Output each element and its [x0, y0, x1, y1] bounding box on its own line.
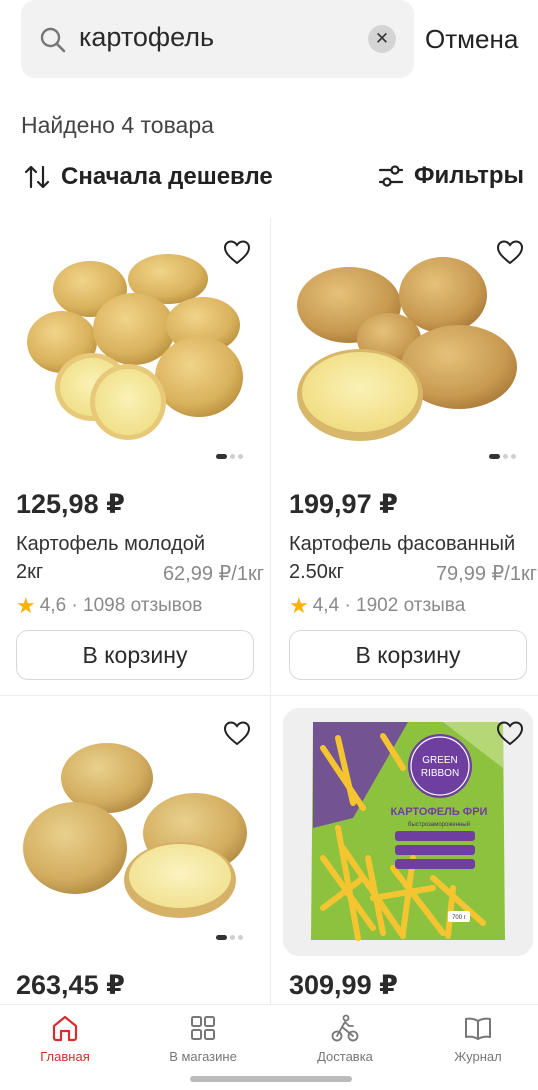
search-icon: [40, 27, 66, 53]
search-header: картофель ✕ Отмена: [0, 0, 538, 100]
star-icon: ★: [16, 593, 36, 618]
nav-item-in-store[interactable]: В магазине: [138, 1013, 268, 1064]
home-icon: [52, 1015, 78, 1042]
filters-label: Фильтры: [414, 162, 525, 189]
sort-filter-bar: Сначала дешевле Фильтры: [0, 160, 538, 202]
favorite-heart-icon[interactable]: [495, 718, 525, 748]
product-weight: 2кг: [16, 561, 44, 583]
brand-line1: GREEN: [422, 755, 458, 766]
reviews-count: · 1902 отзыва: [344, 595, 466, 616]
grid-icon: [191, 1016, 215, 1040]
product-unit-price: 79,99 ₽/1кг: [435, 563, 537, 585]
package-subtitle: быстрозамороженный: [408, 821, 470, 828]
search-input[interactable]: картофель ✕: [21, 0, 414, 78]
product-image[interactable]: [283, 227, 533, 475]
filter-sliders-icon: [378, 165, 404, 187]
product-rating: ★ 4,6 · 1098 отзывов: [16, 593, 202, 619]
brand-line2: RIBBON: [421, 768, 459, 779]
book-icon: [465, 1017, 491, 1040]
nav-item-delivery[interactable]: Доставка: [280, 1013, 410, 1064]
product-name[interactable]: Картофель молодой: [16, 533, 205, 556]
product-price: 309,99 ₽: [289, 970, 398, 1000]
favorite-heart-icon[interactable]: [495, 237, 525, 267]
sort-button[interactable]: Сначала дешевле: [22, 162, 273, 192]
nav-item-home[interactable]: Главная: [0, 1013, 130, 1064]
product-weight: 2.50кг: [289, 561, 344, 583]
add-to-cart-button[interactable]: В корзину: [289, 630, 527, 680]
package-weight: 700 г: [452, 915, 467, 921]
product-price: 199,97 ₽: [289, 489, 398, 519]
product-rating: ★ 4,4 · 1902 отзыва: [289, 593, 465, 619]
search-query-text[interactable]: картофель: [79, 22, 214, 53]
add-to-cart-button[interactable]: В корзину: [16, 630, 254, 680]
system-gesture-area: [0, 1072, 538, 1090]
filters-button[interactable]: Фильтры: [377, 162, 524, 190]
favorite-heart-icon[interactable]: [222, 718, 252, 748]
product-price: 125,98 ₽: [16, 489, 125, 519]
clear-search-button[interactable]: ✕: [368, 25, 396, 53]
rating-value: 4,6: [39, 595, 67, 616]
nav-label: Главная: [40, 1049, 90, 1064]
home-indicator[interactable]: [190, 1076, 352, 1082]
image-pagination: [208, 449, 250, 463]
favorite-heart-icon[interactable]: [222, 237, 252, 267]
sort-label: Сначала дешевле: [61, 163, 273, 190]
product-name[interactable]: Картофель фасованный: [289, 533, 515, 556]
nav-label: В магазине: [169, 1049, 237, 1064]
cancel-button[interactable]: Отмена: [425, 24, 518, 55]
image-pagination: [481, 449, 523, 463]
product-price: 263,45 ₽: [16, 970, 125, 1000]
image-pagination: [208, 930, 250, 944]
rating-value: 4,4: [312, 595, 340, 616]
bottom-navigation: Главная В магазине Доставка Журнал: [0, 1004, 538, 1074]
grid-divider: [270, 218, 271, 1008]
star-icon: ★: [289, 593, 309, 618]
close-icon: ✕: [374, 29, 390, 48]
package-title: КАРТОФЕЛЬ ФРИ: [391, 806, 488, 818]
nav-label: Доставка: [317, 1049, 373, 1064]
nav-item-journal[interactable]: Журнал: [413, 1013, 538, 1064]
courier-icon: [331, 1014, 359, 1042]
product-image[interactable]: [10, 708, 260, 956]
sort-arrows-icon: [24, 165, 50, 189]
results-count: Найдено 4 товара: [21, 112, 214, 138]
product-unit-price: 62,99 ₽/1кг: [162, 563, 264, 585]
product-image[interactable]: [10, 227, 260, 475]
reviews-count: · 1098 отзывов: [71, 595, 203, 616]
nav-label: Журнал: [454, 1049, 502, 1064]
product-image[interactable]: GREEN RIBBON КАРТОФЕЛЬ ФРИ быстрозаморож…: [283, 708, 533, 956]
grid-divider: [0, 695, 538, 696]
